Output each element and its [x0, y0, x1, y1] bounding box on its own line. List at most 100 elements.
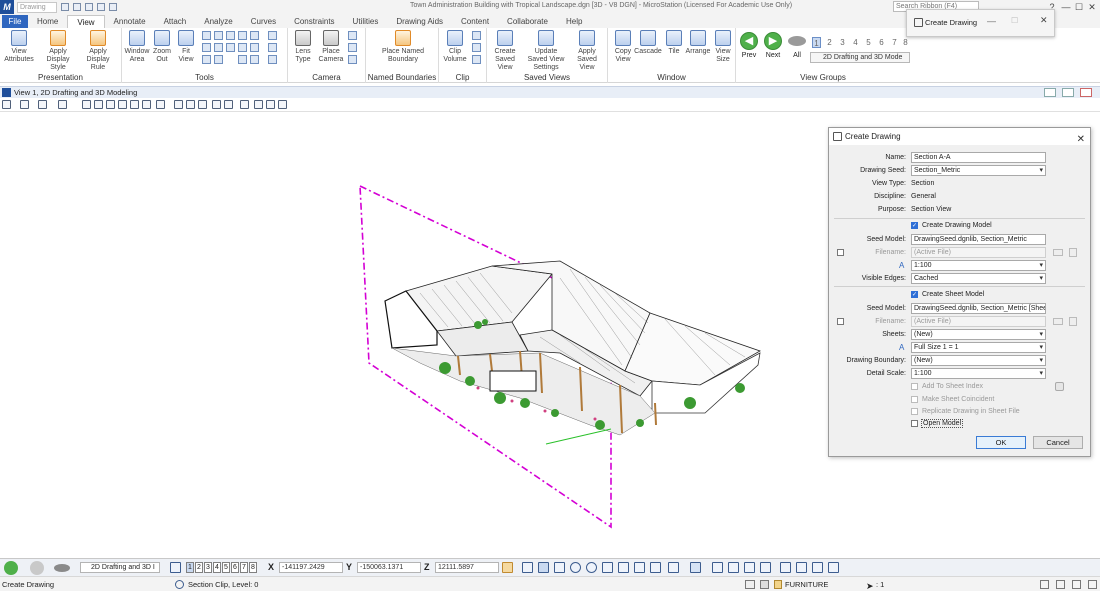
walk-icon[interactable]	[214, 43, 223, 52]
camera-target-icon[interactable]	[348, 43, 357, 52]
lens-type-button[interactable]: Lens Type	[290, 30, 316, 64]
sm-filename-input[interactable]: (Active File)	[911, 316, 1046, 327]
clear-clip-icon[interactable]	[240, 100, 249, 109]
tool-settings-maximize[interactable]: ☐	[1011, 16, 1018, 25]
dialog-close-button[interactable]: ✕	[1077, 131, 1085, 148]
camera-icon[interactable]	[266, 100, 275, 109]
dm-scale-select[interactable]: 1:100	[911, 260, 1046, 271]
redo-icon[interactable]	[109, 3, 117, 11]
view-6-button[interactable]: 6	[231, 562, 239, 573]
view-5-button[interactable]: 5	[222, 562, 230, 573]
arrange-button[interactable]: Arrange	[685, 30, 711, 56]
view-group-select[interactable]: 2D Drafting and 3D I	[80, 562, 160, 573]
tab-constraints[interactable]: Constraints	[285, 15, 343, 28]
pan-view-icon[interactable]	[156, 100, 165, 109]
snap-nearest-icon[interactable]	[650, 562, 661, 573]
view-8-button[interactable]: 8	[249, 562, 257, 573]
open-file-icon[interactable]	[73, 3, 81, 11]
render-icon[interactable]	[278, 100, 287, 109]
undo-icon[interactable]	[97, 3, 105, 11]
view-group-3[interactable]: 3	[838, 37, 847, 48]
snap-intersection-icon[interactable]	[618, 562, 629, 573]
tab-home[interactable]: Home	[28, 15, 67, 28]
fullscreen-icon[interactable]	[1072, 580, 1081, 589]
view-7-button[interactable]: 7	[240, 562, 248, 573]
zoom-in-icon[interactable]	[202, 31, 211, 40]
cascade-button[interactable]: Cascade	[634, 30, 662, 56]
view-next-icon[interactable]	[214, 55, 223, 64]
tool-settings-close[interactable]: ✕	[1040, 15, 1048, 26]
view-close-button[interactable]	[1080, 88, 1092, 97]
copy-view-icon[interactable]	[198, 100, 207, 109]
cube-front-icon[interactable]	[250, 31, 259, 40]
open-model-checkbox[interactable]	[911, 420, 918, 427]
name-input[interactable]: Section A-A	[911, 152, 1046, 163]
view-2-button[interactable]: 2	[195, 562, 203, 573]
circle-icon[interactable]	[570, 562, 581, 573]
cell-icon[interactable]	[760, 580, 769, 589]
visible-edges-select[interactable]: Cached	[911, 273, 1046, 284]
sm-browse-folder-icon[interactable]	[1053, 318, 1063, 325]
back-arrow-icon[interactable]	[4, 561, 18, 575]
cube-iso-icon[interactable]	[238, 43, 247, 52]
create-drawing-model-checkbox[interactable]: ✓	[911, 222, 918, 229]
tab-view[interactable]: View	[67, 15, 105, 28]
tab-annotate[interactable]: Annotate	[105, 15, 155, 28]
cube-bottom-icon[interactable]	[250, 55, 259, 64]
detail-scale-select[interactable]: 1:100	[911, 368, 1046, 379]
place-line-icon[interactable]	[538, 562, 549, 573]
view-bottom-icon[interactable]	[796, 562, 807, 573]
maximize-button[interactable]: ☐	[1073, 1, 1085, 13]
lock-icon[interactable]	[774, 580, 782, 589]
tab-analyze[interactable]: Analyze	[195, 15, 241, 28]
new-file-icon[interactable]	[61, 3, 69, 11]
apply-saved-view-button[interactable]: Apply Saved View	[569, 30, 605, 72]
line-icon[interactable]	[554, 562, 565, 573]
snap-mode-icon[interactable]	[668, 562, 679, 573]
view-group-dropdown[interactable]: 2D Drafting and 3D Mode	[810, 52, 910, 63]
view-group-8[interactable]: 8	[901, 37, 910, 48]
zoom-out-button[interactable]: Zoom Out	[150, 30, 174, 64]
notifications-icon[interactable]	[1088, 580, 1097, 589]
clear-clip-icon[interactable]	[472, 43, 481, 52]
view-next-icon[interactable]	[186, 100, 195, 109]
file-tab[interactable]: File	[2, 15, 28, 28]
link-icon[interactable]	[268, 43, 277, 52]
sm-seed-model-input[interactable]: DrawingSeed.dgnlib, Section_Metric [Shee…	[911, 303, 1046, 314]
smart-line-icon[interactable]	[522, 562, 533, 573]
copy-view-icon[interactable]	[202, 55, 211, 64]
dm-browse-folder-icon[interactable]	[1053, 249, 1063, 256]
view-previous-icon[interactable]	[174, 100, 183, 109]
snap-tangent-icon[interactable]	[602, 562, 613, 573]
view-group-5[interactable]: 5	[864, 37, 873, 48]
tool-settings-minimize[interactable]: —	[987, 16, 996, 26]
place-named-boundary-button[interactable]: Place Named Boundary	[374, 30, 432, 64]
cube-top-icon[interactable]	[238, 31, 247, 40]
forward-arrow-icon[interactable]	[30, 561, 44, 575]
clip-mask-icon[interactable]	[224, 100, 233, 109]
fit-view-icon[interactable]	[130, 100, 139, 109]
view-top-icon[interactable]	[712, 562, 723, 573]
create-sheet-model-checkbox[interactable]: ✓	[911, 291, 918, 298]
clip-mask-icon[interactable]	[472, 31, 481, 40]
snap-perpendicular-icon[interactable]	[634, 562, 645, 573]
dm-filename-input[interactable]: (Active File)	[911, 247, 1046, 258]
view-1-button[interactable]: 1	[186, 562, 194, 573]
view-restore-button[interactable]	[1062, 88, 1074, 97]
view-group-icon[interactable]	[54, 564, 70, 572]
view-group-7[interactable]: 7	[890, 37, 899, 48]
tab-help[interactable]: Help	[557, 15, 591, 28]
view-group-6[interactable]: 6	[877, 37, 886, 48]
dm-seed-model-input[interactable]: DrawingSeed.dgnlib, Section_Metric	[911, 234, 1046, 245]
ok-button[interactable]: OK	[976, 436, 1026, 449]
view-settings-icon[interactable]	[268, 55, 277, 64]
create-drawing-tool-settings[interactable]: Create Drawing — ☐ ✕	[906, 9, 1055, 37]
quick-access-input[interactable]: Drawing	[17, 1, 57, 13]
lights-icon[interactable]	[38, 100, 47, 109]
save-settings-icon[interactable]	[1056, 580, 1065, 589]
microstation-logo-icon[interactable]: M	[0, 0, 14, 14]
view-group-2[interactable]: 2	[825, 37, 834, 48]
status-message-center-icon[interactable]	[1040, 580, 1049, 589]
camera-swap-icon[interactable]	[348, 55, 357, 64]
cube-left-icon[interactable]	[238, 55, 247, 64]
